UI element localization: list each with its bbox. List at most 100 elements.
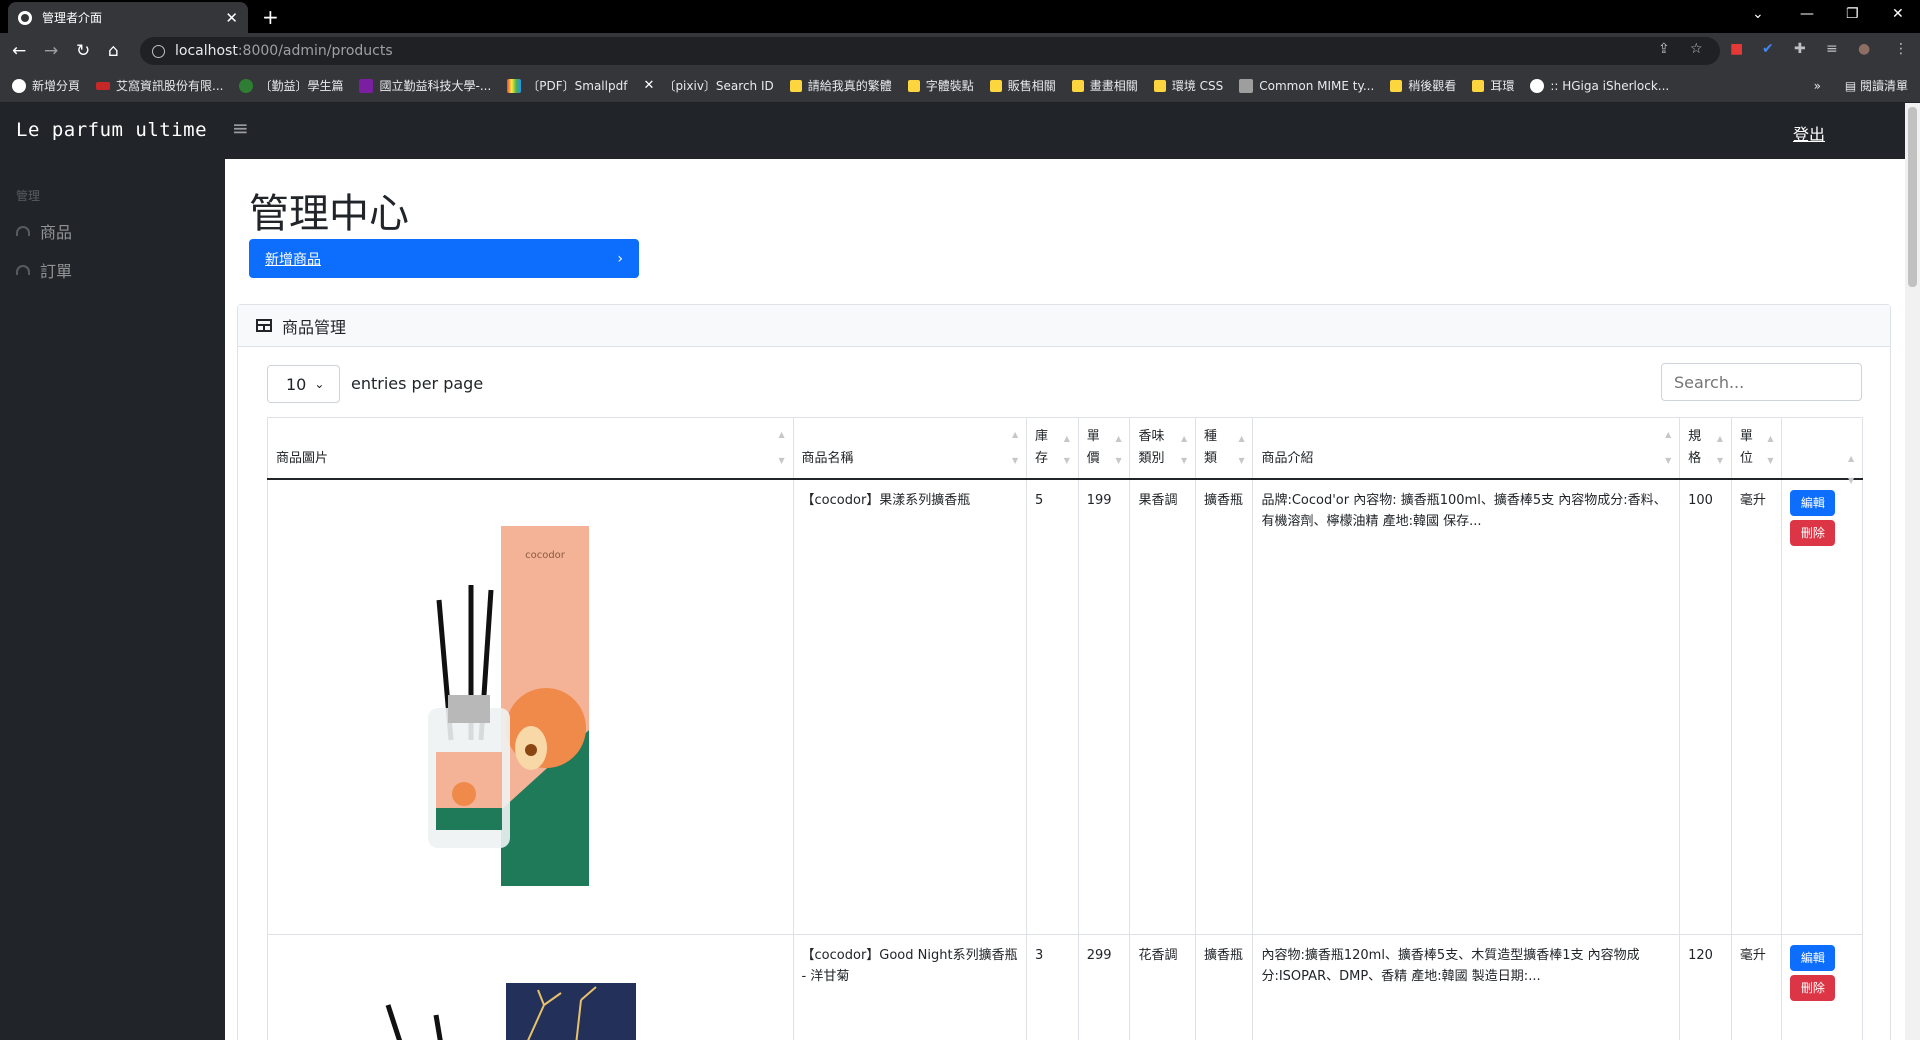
column-header-price[interactable]: 單價 ▲ ▼ (1077, 417, 1130, 480)
sidebar-item-products[interactable]: 商品 (16, 219, 72, 243)
bookmark-item[interactable]: 艾窩資訊股份有限... (96, 77, 223, 94)
url-host: localhost (175, 43, 238, 59)
table-header-row: 商品圖片 ▲ ▼ 商品名稱 ▲ ▼ 庫存 ▲ ▼ 單價 ▲ ▼ 香味類別 ▲ ▼ 種類 ▲ ▼ 商品介紹… (267, 417, 1863, 485)
site-favicon-icon (507, 78, 522, 93)
bookmark-folder[interactable]: 環境 CSS (1153, 77, 1223, 94)
product-unit: 毫升 (1730, 479, 1782, 935)
bookmark-item[interactable]: ✕ 〔pixiv〕Search ID (643, 77, 773, 94)
chevron-down-icon: ⌄ (314, 377, 325, 391)
tab-title: 管理者介面 (42, 11, 103, 25)
sidebar: 管理 商品 訂單 (0, 159, 225, 1040)
column-header-name[interactable]: 商品名稱 ▲ ▼ (792, 417, 1027, 480)
sidebar-toggle-icon[interactable]: ≡ (232, 116, 249, 140)
product-price: 299 (1077, 934, 1130, 1040)
folder-icon (1472, 79, 1485, 92)
product-image (276, 945, 716, 1040)
more-bookmarks-icon[interactable]: » (1814, 79, 1821, 93)
bookmark-item[interactable]: 〔勤益〕學生篇 (239, 77, 343, 94)
bookmark-folder[interactable]: 字體裝點 (907, 77, 974, 94)
product-description: 品牌:Cocod'or 內容物: 擴香瓶100ml、擴香棒5支 內容物成分:香料… (1252, 479, 1680, 935)
search-input[interactable] (1661, 363, 1862, 401)
logout-link[interactable]: 登出 (1793, 121, 1825, 145)
product-actions: 編輯 刪除 (1781, 934, 1863, 1040)
dashboard-icon (16, 226, 30, 236)
products-table: 商品圖片 ▲ ▼ 商品名稱 ▲ ▼ 庫存 ▲ ▼ 單價 ▲ ▼ 香味類別 ▲ ▼ 種類 ▲ ▼ 商品介紹… (267, 417, 1863, 1040)
extension-check-icon[interactable]: ✔ (1762, 41, 1774, 57)
brand-logo[interactable]: Le parfum ultime (16, 119, 207, 141)
edit-button[interactable]: 編輯 (1790, 490, 1836, 516)
folder-icon (989, 79, 1002, 92)
column-header-actions[interactable]: ▲ ▼ (1781, 417, 1863, 485)
home-icon[interactable]: ⌂ (108, 41, 119, 61)
column-header-unit[interactable]: 單位 ▲ ▼ (1730, 417, 1782, 480)
sort-icon: ▲ ▼ (1115, 434, 1122, 465)
close-window-icon[interactable]: ✕ (1892, 6, 1904, 22)
card-header: 商品管理 (238, 305, 1890, 347)
main-content: 管理中心 新增商品 › 商品管理 10 ⌄ entries per page 商… (225, 159, 1905, 1040)
table-row: 【cocodor】Good Night系列擴香瓶 - 洋甘菊 3 299 花香調… (267, 934, 1863, 1040)
per-page-label: entries per page (351, 374, 484, 393)
add-product-button[interactable]: 新增商品 › (249, 239, 639, 278)
sidebar-item-orders[interactable]: 訂單 (16, 258, 72, 282)
bookmark-item[interactable]: :: HGiga iSherlock... (1530, 78, 1669, 93)
back-icon[interactable]: ← (12, 41, 26, 61)
new-tab-icon[interactable]: + (262, 5, 279, 29)
restore-icon[interactable]: ❐ (1846, 6, 1859, 22)
forward-icon[interactable]: → (44, 41, 58, 61)
globe-icon (1530, 78, 1545, 93)
site-favicon-icon (1239, 78, 1254, 93)
avatar[interactable]: ● (1858, 41, 1870, 57)
reload-icon[interactable]: ↻ (76, 41, 90, 61)
close-tab-icon[interactable]: ✕ (225, 9, 238, 27)
globe-icon (12, 78, 26, 93)
column-header-scent[interactable]: 香味類別 ▲ ▼ (1129, 417, 1196, 480)
bookmark-item[interactable]: 國立勤益科技大學-... (359, 77, 491, 94)
bookmark-folder[interactable]: 請給我真的繁體 (789, 77, 892, 94)
product-scent: 果香調 (1129, 479, 1196, 935)
bookmark-folder[interactable]: 販售相關 (989, 77, 1056, 94)
reading-mode-icon[interactable]: ≡ (1826, 41, 1838, 57)
dashboard-icon (16, 265, 30, 275)
column-header-spec[interactable]: 規格 ▲ ▼ (1679, 417, 1732, 480)
column-header-stock[interactable]: 庫存 ▲ ▼ (1025, 417, 1079, 480)
bookmark-folder[interactable]: 稍後觀看 (1390, 77, 1456, 94)
delete-button[interactable]: 刪除 (1790, 520, 1836, 546)
share-icon[interactable]: ⇪ (1658, 41, 1670, 57)
pocket-icon[interactable]: ■ (1730, 41, 1743, 57)
tab-search-icon[interactable]: ⌄ (1752, 6, 1764, 22)
sort-icon: ▲ ▼ (1011, 430, 1019, 465)
per-page-select[interactable]: 10 ⌄ (267, 365, 340, 403)
sort-icon: ▲ ▼ (1180, 434, 1188, 465)
bookmark-item[interactable]: Common MIME ty... (1239, 78, 1374, 93)
site-info-icon[interactable] (152, 44, 165, 58)
browser-tab-bar: 管理者介面 ✕ + ⌄ — ❐ ✕ (0, 0, 1920, 33)
bookmark-item[interactable]: 〔PDF〕Smallpdf (507, 77, 627, 94)
reading-list-label: 閱讀清單 (1859, 79, 1908, 93)
extensions-icon[interactable]: ✚ (1794, 41, 1806, 57)
sidebar-heading: 管理 (16, 189, 41, 203)
browser-tab[interactable]: 管理者介面 ✕ (8, 2, 248, 33)
scrollbar-thumb[interactable] (1908, 107, 1917, 287)
column-header-description[interactable]: 商品介紹 ▲ ▼ (1252, 417, 1680, 480)
site-favicon-icon (359, 78, 374, 93)
bookmark-folder[interactable]: 耳環 (1472, 77, 1514, 94)
minimize-icon[interactable]: — (1800, 6, 1814, 22)
column-header-kind[interactable]: 種類 ▲ ▼ (1194, 417, 1253, 480)
bookmark-star-icon[interactable]: ☆ (1690, 41, 1703, 57)
bookmarks-bar: 新增分頁 艾窩資訊股份有限... 〔勤益〕學生篇 國立勤益科技大學-... 〔P… (0, 69, 1920, 103)
product-image-cell (267, 934, 794, 1040)
column-header-image[interactable]: 商品圖片 ▲ ▼ (267, 417, 794, 480)
reading-list[interactable]: » ▤ 閱讀清單 (1814, 77, 1908, 94)
delete-button[interactable]: 刪除 (1790, 975, 1836, 1001)
per-page-value: 10 (286, 374, 307, 394)
bookmark-folder[interactable]: 畫畫相關 (1071, 77, 1138, 94)
admin-app: Le parfum ultime ≡ 登出 管理 商品 訂單 管理中心 新增商品… (0, 103, 1905, 1040)
product-image: cocodor (276, 490, 716, 924)
product-description: 內容物:擴香瓶120ml、擴香棒5支、木質造型擴香棒1支 內容物成分:ISOPA… (1252, 934, 1680, 1040)
edit-button[interactable]: 編輯 (1790, 945, 1836, 971)
address-bar[interactable]: localhost:8000/admin/products (140, 37, 1720, 65)
bookmark-item[interactable]: 新增分頁 (12, 77, 80, 94)
page-scrollbar[interactable] (1905, 103, 1920, 1040)
product-name: 【cocodor】Good Night系列擴香瓶 - 洋甘菊 (792, 934, 1027, 1040)
menu-icon[interactable]: ⋮ (1894, 41, 1908, 57)
